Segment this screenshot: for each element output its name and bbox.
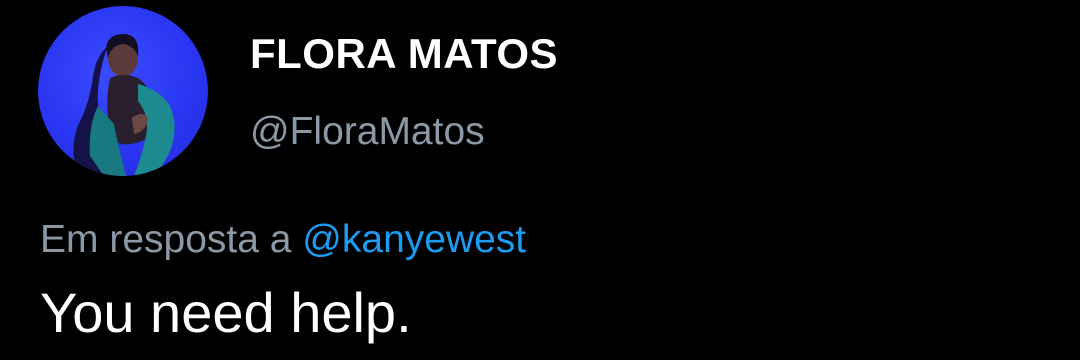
author-handle[interactable]: @FloraMatos xyxy=(250,110,485,154)
reply-prefix: Em resposta a xyxy=(40,218,292,261)
author-display-name[interactable]: FLORA MATOS xyxy=(250,30,558,78)
reply-mention-link[interactable]: @kanyewest xyxy=(302,218,526,261)
reply-context: Em resposta a @kanyewest xyxy=(40,218,526,262)
author-avatar[interactable] xyxy=(38,6,208,176)
profile-photo-icon xyxy=(73,34,175,176)
tweet-text: You need help. xyxy=(40,281,412,344)
